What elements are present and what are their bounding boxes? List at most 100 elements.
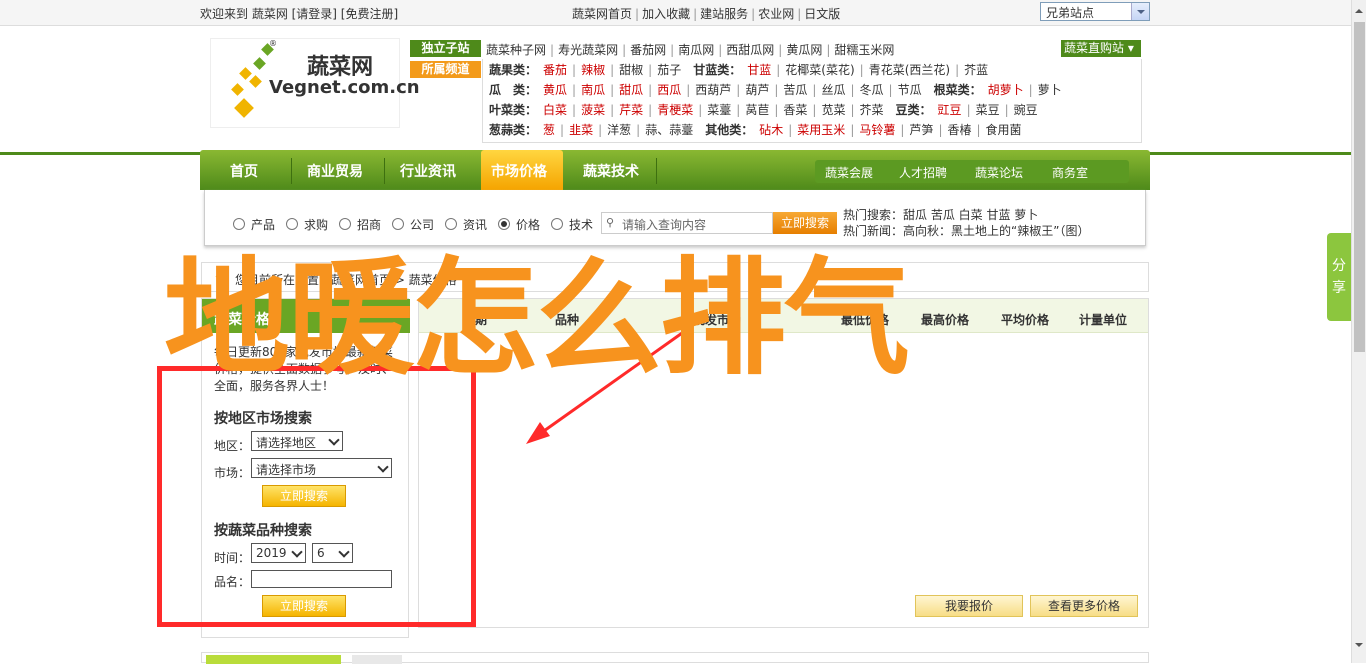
top-link-agri[interactable]: 农业网 (758, 7, 794, 21)
category-link[interactable]: 苋菜 (821, 103, 845, 117)
search-button[interactable]: 立即搜索 (773, 212, 837, 234)
category-link[interactable]: 冬瓜 (860, 83, 884, 97)
share-button[interactable]: 分享 (1327, 233, 1351, 321)
scroll-thumb[interactable] (1354, 22, 1365, 352)
site-logo[interactable]: ® 蔬菜网 Vegnet.com.cn (210, 38, 420, 128)
category-link[interactable]: 青梗菜 (657, 103, 693, 117)
category-link[interactable]: 砧木 (759, 123, 783, 137)
category-link[interactable]: 豇豆 (938, 103, 962, 117)
nav-trade[interactable]: 商业贸易 (307, 161, 363, 181)
category-link[interactable]: 芥蓝 (964, 63, 988, 77)
category-link[interactable]: 葱 (543, 123, 555, 137)
category-link[interactable]: 蒜、蒜薹 (645, 123, 693, 137)
category-link[interactable]: 辣椒 (581, 63, 605, 77)
search-input[interactable]: ⚲ 请输入查询内容 (601, 212, 773, 234)
subsite-link[interactable]: 黄瓜网 (786, 43, 822, 57)
radio-label: 招商 (357, 218, 382, 232)
category-link[interactable]: 西瓜 (657, 83, 681, 97)
category-link[interactable]: 青花菜(西兰花) (869, 63, 950, 77)
separator: | (698, 103, 703, 117)
category-link[interactable]: 菜用玉米 (797, 123, 845, 137)
category-link[interactable]: 白菜 (543, 103, 567, 117)
radio-price[interactable] (498, 218, 510, 230)
nav-home[interactable]: 首页 (230, 161, 258, 181)
category-link[interactable]: 食用菌 (986, 123, 1022, 137)
radio-tech[interactable] (551, 218, 563, 230)
subsite-link[interactable]: 西甜瓜网 (726, 43, 774, 57)
category-link[interactable]: 西葫芦 (695, 83, 731, 97)
buy-site-button[interactable]: 蔬菜直购站 ▾ (1061, 40, 1141, 57)
top-link-home[interactable]: 蔬菜网首页 (572, 7, 632, 21)
category-link[interactable]: 豌豆 (1014, 103, 1038, 117)
category-link[interactable]: 甘蓝 (747, 63, 771, 77)
category-link[interactable]: 葫芦 (745, 83, 769, 97)
category-link[interactable]: 花椰菜(菜花) (785, 63, 854, 77)
subnav-office[interactable]: 商务室 (1052, 164, 1088, 181)
category-link[interactable]: 香菜 (783, 103, 807, 117)
radio-company[interactable] (392, 218, 404, 230)
category-link[interactable]: 马铃薯 (859, 123, 895, 137)
site-select[interactable]: 兄弟站点 (1040, 2, 1150, 21)
category-label: 蔬果类： (489, 63, 538, 77)
scroll-up-icon[interactable] (1355, 5, 1363, 13)
hot-news-item[interactable]: 高向秋：黑土地上的“辣椒王”（图） (903, 224, 1089, 238)
category-link[interactable]: 丝瓜 (821, 83, 845, 97)
separator: | (850, 103, 855, 117)
top-link-favorite[interactable]: 加入收藏 (642, 7, 690, 21)
subsite-link[interactable]: 番茄网 (630, 43, 666, 57)
category-box: 蔬果类： 番茄 | 辣椒 | 甜椒 | 茄子 甘蓝类： 甘蓝 | 花椰菜(菜花) | 青花菜(西兰花) | 芥… (482, 59, 1142, 143)
category-link[interactable]: 萝卜 (1038, 83, 1062, 97)
category-link[interactable]: 菠菜 (581, 103, 605, 117)
subsite-link[interactable]: 南瓜网 (678, 43, 714, 57)
radio-product[interactable] (233, 218, 245, 230)
category-link[interactable]: 韭菜 (569, 123, 593, 137)
category-link[interactable]: 南瓜 (581, 83, 605, 97)
category-link[interactable]: 芥菜 (860, 103, 884, 117)
category-link[interactable]: 莴苣 (745, 103, 769, 117)
more-prices-button[interactable]: 查看更多价格 (1030, 595, 1138, 617)
category-link[interactable]: 番茄 (543, 63, 567, 77)
category-row: 葱蒜类： 葱 | 韭菜 | 洋葱 | 蒜、蒜薹 其他类： 砧木 | 菜用玉米 | 马铃薯 | 芦笋 | 香椿 | 食用… (489, 121, 1022, 138)
category-link[interactable]: 甜椒 (619, 63, 643, 77)
category-link[interactable]: 菜薹 (707, 103, 731, 117)
nav-divider (384, 158, 385, 184)
quote-button[interactable]: 我要报价 (915, 595, 1023, 617)
nav-price-label: 市场价格 (491, 164, 547, 180)
category-link[interactable]: 芦笋 (909, 123, 933, 137)
scrollbar[interactable] (1351, 0, 1366, 663)
nav-price[interactable]: 市场价格 (481, 150, 563, 190)
top-link-jp[interactable]: 日文版 (804, 7, 840, 21)
category-link[interactable]: 香椿 (947, 123, 971, 137)
subsite-link[interactable]: 甜糯玉米网 (834, 43, 894, 57)
category-link[interactable]: 胡萝卜 (988, 83, 1024, 97)
subsite-link[interactable]: 蔬菜种子网 (486, 43, 546, 57)
category-link[interactable]: 菜豆 (976, 103, 1000, 117)
tag-subsites: 独立子站 (410, 40, 481, 57)
radio-label: 公司 (410, 218, 435, 232)
subnav-expo[interactable]: 蔬菜会展 (825, 164, 873, 181)
welcome-text[interactable]: 欢迎来到 蔬菜网 [请登录] [免费注册] (200, 5, 398, 22)
hot-search-items[interactable]: 甜瓜 苦瓜 白菜 甘蓝 萝卜 (903, 208, 1038, 222)
top-link-build[interactable]: 建站服务 (700, 7, 748, 21)
radio-buy[interactable] (286, 218, 298, 230)
scroll-down-icon[interactable] (1355, 643, 1363, 651)
nav-news[interactable]: 行业资讯 (400, 161, 456, 181)
logo-dot (231, 83, 244, 96)
tag-channels: 所属频道 (410, 61, 481, 78)
category-link[interactable]: 茄子 (657, 63, 681, 77)
category-link[interactable]: 苦瓜 (783, 83, 807, 97)
radio-info[interactable] (445, 218, 457, 230)
subsite-link[interactable]: 寿光蔬菜网 (558, 43, 618, 57)
category-link[interactable]: 黄瓜 (543, 83, 567, 97)
subnav-forum[interactable]: 蔬菜论坛 (975, 164, 1023, 181)
nav-tech[interactable]: 蔬菜技术 (583, 161, 639, 181)
category-label: 根菜类： (933, 83, 982, 97)
category-link[interactable]: 洋葱 (607, 123, 631, 137)
category-link[interactable]: 甜瓜 (619, 83, 643, 97)
subnav-jobs[interactable]: 人才招聘 (899, 164, 947, 181)
category-link[interactable]: 芹菜 (619, 103, 643, 117)
separator: | (774, 103, 779, 117)
radio-invest[interactable] (339, 218, 351, 230)
separator: | (774, 83, 779, 97)
category-link[interactable]: 节瓜 (898, 83, 922, 97)
